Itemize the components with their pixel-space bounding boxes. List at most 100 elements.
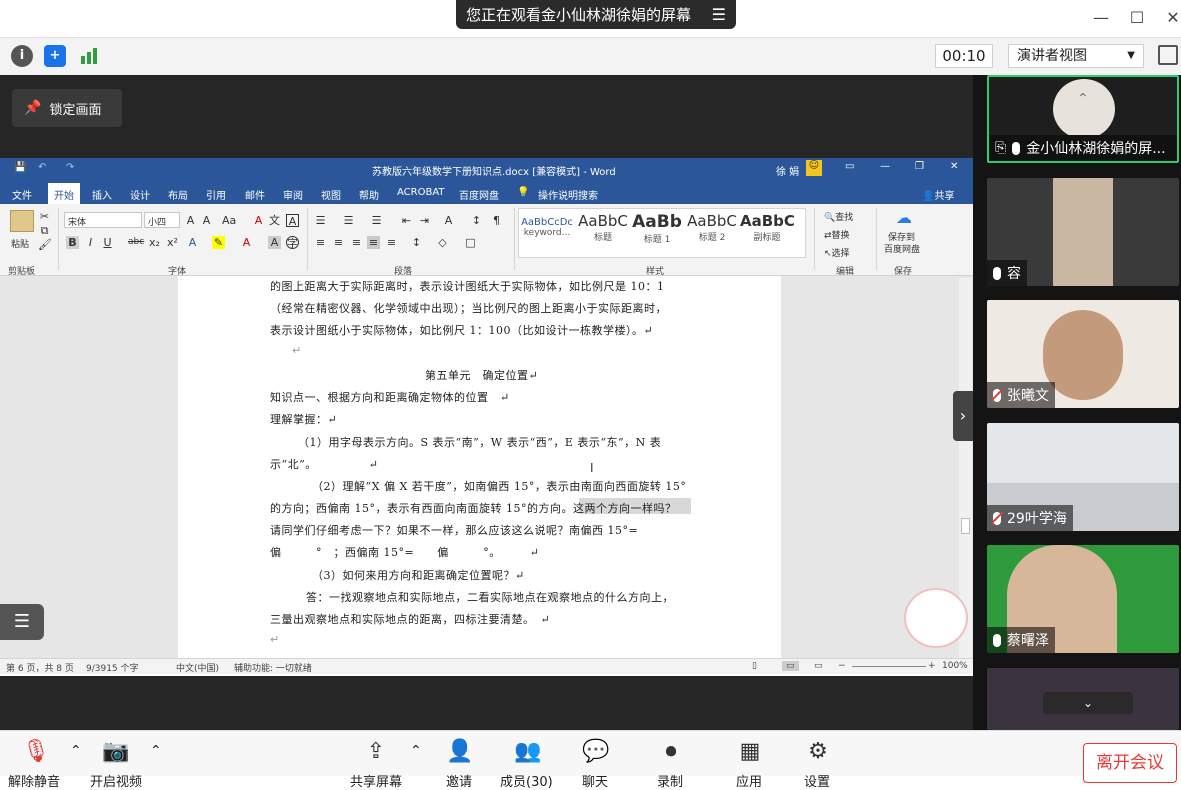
- leave-meeting-button[interactable]: 离开会议: [1083, 743, 1177, 783]
- chat-icon[interactable]: 💬: [580, 739, 612, 767]
- shield-icon[interactable]: +: [44, 45, 66, 67]
- justify-icon[interactable]: ≡: [367, 236, 380, 249]
- video-off-icon[interactable]: 📷: [100, 739, 132, 767]
- bold-icon[interactable]: B: [66, 236, 79, 249]
- find-button[interactable]: 🔍查找: [824, 210, 853, 223]
- shrink-font-icon[interactable]: A: [200, 214, 213, 227]
- shading-icon[interactable]: A: [268, 236, 281, 249]
- style-title[interactable]: AaBbC 标题: [576, 212, 630, 254]
- chevron-up-icon[interactable]: ⌃: [410, 743, 422, 759]
- style-heading-1[interactable]: AaBb 标题 1: [630, 212, 684, 254]
- sharing-banner[interactable]: 您正在观看金小仙林湖徐娟的屏幕 ☰: [456, 0, 736, 29]
- cut-icon[interactable]: ✂: [38, 210, 51, 223]
- chevron-down-icon[interactable]: ⌄: [1043, 692, 1133, 714]
- grow-font-icon[interactable]: A: [184, 214, 197, 227]
- read-mode-icon[interactable]: ▯: [752, 661, 757, 671]
- decrease-indent-icon[interactable]: ⇤: [400, 214, 413, 227]
- invite-button[interactable]: 邀请: [446, 771, 472, 790]
- apps-icon[interactable]: ▦: [734, 739, 766, 767]
- record-icon[interactable]: ⏺: [655, 739, 687, 767]
- print-layout-icon[interactable]: ▭: [782, 661, 799, 671]
- bullets-icon[interactable]: ☰: [314, 214, 327, 227]
- share-screen-button[interactable]: 共享屏幕: [350, 771, 402, 790]
- tab-home[interactable]: 开始: [48, 183, 80, 204]
- scroll-thumb[interactable]: [961, 518, 970, 534]
- participant-tile[interactable]: 29叶学海: [987, 423, 1179, 531]
- save-icon[interactable]: 💾: [14, 162, 26, 173]
- undo-icon[interactable]: ↶: [38, 162, 46, 173]
- strikethrough-icon[interactable]: abc: [128, 236, 144, 249]
- mic-muted-icon[interactable]: 🎙: [20, 739, 52, 767]
- paste-button[interactable]: 粘贴: [11, 237, 29, 250]
- participant-tile[interactable]: 容: [987, 178, 1179, 286]
- info-icon[interactable]: i: [11, 45, 33, 67]
- zoom-level[interactable]: 100%: [942, 661, 968, 671]
- document-page[interactable]: 的图上距离大于实际距离时，表示设计图纸大于实际物体，如比例尺是 10：1 （经常…: [178, 276, 781, 658]
- font-name-select[interactable]: 宋体: [64, 212, 142, 228]
- increase-indent-icon[interactable]: ⇥: [418, 214, 431, 227]
- select-button[interactable]: ↖选择: [824, 246, 850, 259]
- clipboard-icon[interactable]: [10, 210, 34, 232]
- multilevel-icon[interactable]: ☰: [370, 214, 383, 227]
- unmute-button[interactable]: 解除静音: [8, 771, 60, 790]
- close-icon[interactable]: ✕: [950, 161, 958, 172]
- restore-icon[interactable]: ❐: [915, 161, 924, 172]
- presenter-view-dropdown[interactable]: 演讲者视图 ▼: [1008, 44, 1144, 68]
- superscript-icon[interactable]: x²: [166, 236, 179, 249]
- format-painter-icon[interactable]: 🖌: [38, 238, 52, 251]
- text-effects-icon[interactable]: A: [186, 236, 199, 249]
- tell-me-search[interactable]: 操作说明搜索: [538, 187, 598, 202]
- menu-icon[interactable]: ☰: [712, 5, 726, 24]
- redo-icon[interactable]: ↷: [66, 162, 74, 173]
- copy-icon[interactable]: ⧉: [38, 224, 51, 237]
- numbering-icon[interactable]: ☰: [342, 214, 355, 227]
- line-spacing-icon[interactable]: ↕: [410, 236, 423, 249]
- ribbon-display-icon[interactable]: ▭: [845, 161, 854, 172]
- tab-view[interactable]: 视图: [321, 187, 341, 202]
- enclose-icon[interactable]: 字: [286, 236, 299, 250]
- tab-review[interactable]: 审阅: [283, 187, 303, 202]
- tab-design[interactable]: 设计: [130, 187, 150, 202]
- participant-tile[interactable]: ⌄: [987, 668, 1179, 730]
- lock-screen-button[interactable]: 📌 锁定画面: [12, 89, 122, 127]
- participant-tile[interactable]: 张曦文: [987, 300, 1179, 408]
- start-video-button[interactable]: 开启视频: [90, 771, 142, 790]
- settings-button[interactable]: 设置: [804, 771, 830, 790]
- align-right-icon[interactable]: ≡: [350, 236, 363, 249]
- participant-tile[interactable]: 蔡曙泽: [987, 545, 1179, 653]
- zoom-out-icon[interactable]: −: [838, 661, 846, 671]
- paint-bucket-icon[interactable]: ◇: [436, 236, 449, 249]
- italic-icon[interactable]: I: [84, 236, 97, 249]
- font-color-icon[interactable]: A: [240, 236, 253, 249]
- invite-icon[interactable]: 👤: [444, 739, 476, 767]
- tab-help[interactable]: 帮助: [359, 187, 379, 202]
- word-count[interactable]: 9/3915 个字: [86, 661, 139, 674]
- align-center-icon[interactable]: ≡: [332, 236, 345, 249]
- distributed-icon[interactable]: ≡: [385, 236, 398, 249]
- chat-button[interactable]: 聊天: [582, 771, 608, 790]
- minimize-icon[interactable]: —: [1089, 6, 1113, 30]
- tab-layout[interactable]: 布局: [168, 187, 188, 202]
- underline-icon[interactable]: U: [101, 236, 114, 249]
- avatar[interactable]: ☺: [806, 160, 822, 176]
- chevron-up-icon[interactable]: ⌃: [150, 743, 162, 759]
- participant-tile[interactable]: ⌃ ⎘ 金小仙林湖徐娟的屏...: [987, 75, 1179, 163]
- record-button[interactable]: 录制: [657, 771, 683, 790]
- fullscreen-icon[interactable]: [1158, 45, 1178, 65]
- style-heading-2[interactable]: AaBbC 标题 2: [685, 212, 739, 254]
- tab-acrobat[interactable]: ACROBAT: [397, 187, 445, 198]
- language[interactable]: 中文(中国): [176, 661, 219, 674]
- chevron-up-icon[interactable]: ⌃: [1077, 91, 1089, 107]
- page-count[interactable]: 第 6 页，共 8 页: [6, 661, 74, 674]
- borders-icon[interactable]: □: [464, 236, 477, 249]
- members-button[interactable]: 成员(30): [500, 771, 553, 790]
- style-keyword[interactable]: AaBbCcDc keyword...: [520, 212, 574, 254]
- char-border-icon[interactable]: A: [286, 214, 299, 228]
- tab-references[interactable]: 引用: [206, 187, 226, 202]
- maximize-icon[interactable]: ☐: [1125, 6, 1149, 30]
- apps-button[interactable]: 应用: [736, 771, 762, 790]
- chevron-right-icon[interactable]: ›: [953, 391, 973, 441]
- highlight-icon[interactable]: ✎: [212, 236, 225, 249]
- signal-icon[interactable]: [79, 46, 101, 66]
- list-icon[interactable]: ☰: [0, 604, 44, 640]
